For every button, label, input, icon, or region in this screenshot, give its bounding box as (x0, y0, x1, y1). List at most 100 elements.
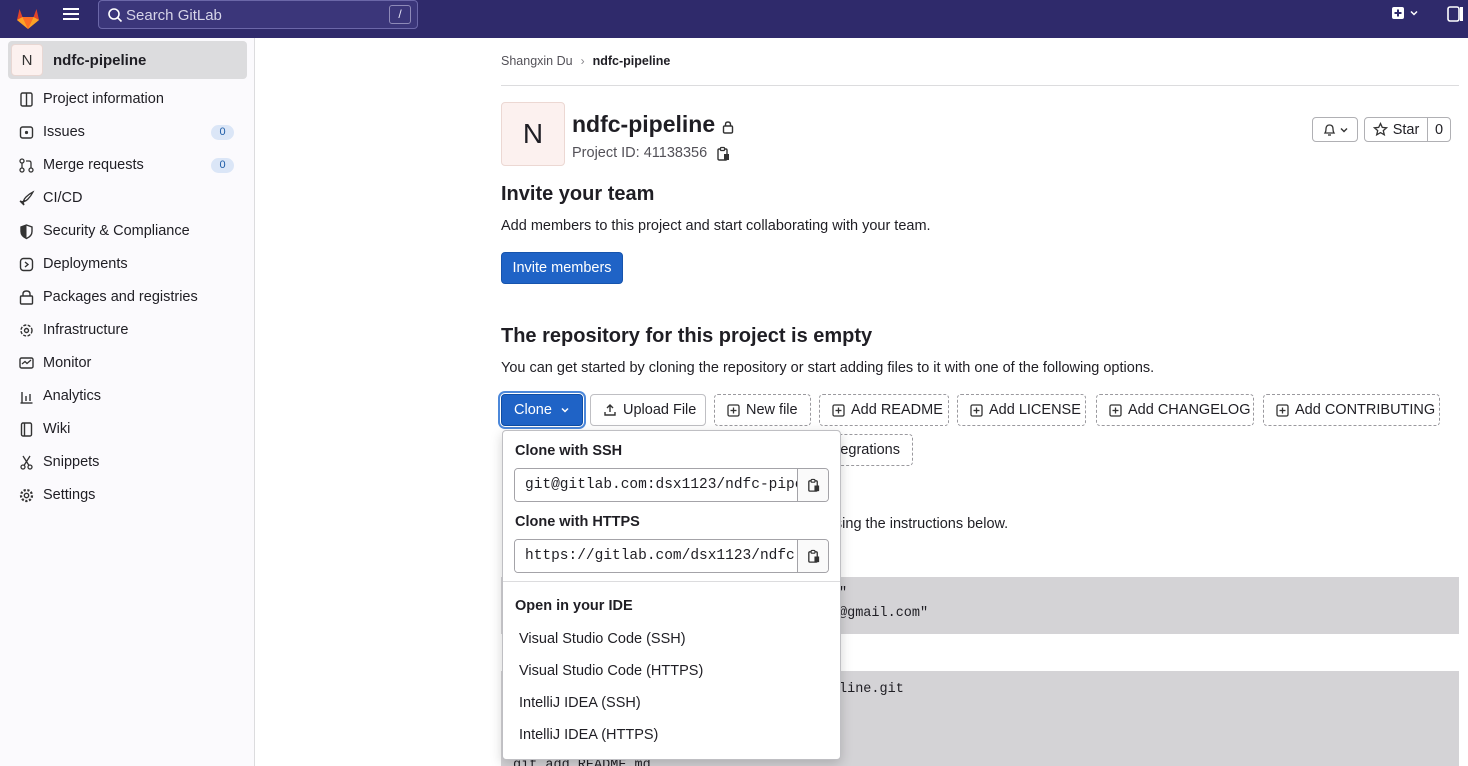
add-license-label: Add LICENSE (989, 402, 1081, 418)
merge-requests-icon[interactable] (1446, 5, 1464, 23)
sidebar-item-wiki[interactable]: Wiki (8, 413, 247, 446)
ide-intellij-https-item[interactable]: IntelliJ IDEA (HTTPS) (507, 720, 836, 750)
clone-dropdown-menu: Clone with SSH Clone with HTTPS Open in … (502, 430, 841, 760)
rocket-icon (18, 190, 35, 207)
main-content: Shangxin Du › ndfc-pipeline N ndfc-pipel… (255, 38, 1468, 766)
copy-https-url-button[interactable] (797, 540, 828, 572)
create-new-dropdown[interactable] (1391, 6, 1419, 20)
plus-square-icon (1276, 403, 1289, 417)
sidebar-item-label: Merge requests (43, 157, 144, 173)
copy-ssh-url-button[interactable] (797, 469, 828, 501)
ide-vscode-ssh-item[interactable]: Visual Studio Code (SSH) (507, 624, 836, 654)
monitor-icon (18, 355, 35, 372)
sidebar-item-monitor[interactable]: Monitor (8, 347, 247, 380)
book-icon (18, 421, 35, 438)
sidebar-item-label: Analytics (43, 388, 102, 404)
deployments-icon (18, 256, 35, 273)
sidebar-item-packages-registries[interactable]: Packages and registries (8, 281, 247, 314)
sidebar-item-label: Settings (43, 487, 96, 503)
ide-vscode-https-item[interactable]: Visual Studio Code (HTTPS) (507, 656, 836, 686)
plus-square-icon (727, 403, 740, 417)
merge-request-icon (18, 157, 35, 174)
sidebar-item-label: Wiki (43, 421, 71, 437)
breadcrumb: Shangxin Du › ndfc-pipeline (501, 54, 670, 68)
search-box[interactable]: / (98, 0, 418, 29)
sidebar-item-label: Packages and registries (43, 289, 198, 305)
clone-https-field (514, 539, 829, 573)
sidebar: N ndfc-pipeline Project information Issu… (0, 38, 255, 766)
plus-square-icon (832, 403, 845, 417)
sidebar-item-label: Issues (43, 124, 85, 140)
sidebar-item-cicd[interactable]: CI/CD (8, 182, 247, 215)
sidebar-item-deployments[interactable]: Deployments (8, 248, 247, 281)
open-in-ide-label: Open in your IDE (515, 598, 633, 614)
gear-icon (18, 487, 35, 504)
notification-settings-button[interactable] (1312, 117, 1358, 142)
add-changelog-button[interactable]: Add CHANGELOG (1096, 394, 1254, 426)
add-contributing-button[interactable]: Add CONTRIBUTING (1263, 394, 1440, 426)
ide-intellij-ssh-item[interactable]: IntelliJ IDEA (SSH) (507, 688, 836, 718)
clone-ssh-field (514, 468, 829, 502)
plus-square-icon (970, 403, 983, 417)
instructions-text: r using the instructions below. (818, 516, 1009, 532)
merge-requests-count-badge: 0 (211, 158, 234, 173)
plus-square-icon (1391, 6, 1405, 20)
search-input[interactable] (126, 4, 376, 26)
sidebar-item-label: Deployments (43, 256, 128, 272)
scissors-icon (18, 454, 35, 471)
add-readme-button[interactable]: Add README (819, 394, 949, 426)
add-changelog-label: Add CHANGELOG (1128, 402, 1251, 418)
menu-icon[interactable] (61, 5, 83, 25)
shield-icon (18, 223, 35, 240)
upload-icon (603, 403, 617, 417)
sidebar-item-merge-requests[interactable]: Merge requests 0 (8, 149, 247, 182)
sidebar-nav: Project information Issues 0 Merge reque… (8, 83, 247, 512)
sidebar-item-label: Project information (43, 91, 164, 107)
page-title: ndfc-pipeline (572, 111, 716, 137)
project-avatar-large: N (501, 102, 565, 166)
add-contributing-label: Add CONTRIBUTING (1295, 402, 1436, 418)
package-icon (18, 289, 35, 306)
sidebar-item-infrastructure[interactable]: Infrastructure (8, 314, 247, 347)
sidebar-item-issues[interactable]: Issues 0 (8, 116, 247, 149)
invite-team-text: Add members to this project and start co… (501, 218, 931, 234)
clone-ssh-input[interactable] (515, 469, 798, 501)
upload-file-button[interactable]: Upload File (590, 394, 706, 426)
clone-https-label: Clone with HTTPS (515, 514, 640, 530)
add-readme-label: Add README (851, 402, 943, 418)
project-id: Project ID: 41138356 (572, 145, 708, 161)
copy-project-id-icon[interactable] (715, 146, 731, 162)
invite-team-heading: Invite your team (501, 183, 655, 205)
star-count[interactable]: 0 (1427, 117, 1451, 142)
breadcrumb-divider (501, 85, 1459, 86)
add-license-button[interactable]: Add LICENSE (957, 394, 1086, 426)
breadcrumb-parent-link[interactable]: Shangxin Du (501, 54, 573, 68)
code-line: line.git (839, 682, 904, 697)
search-shortcut-badge: / (389, 5, 411, 24)
sidebar-item-project-information[interactable]: Project information (8, 83, 247, 116)
clone-button[interactable]: Clone (501, 394, 583, 426)
sidebar-project-header[interactable]: N ndfc-pipeline (8, 41, 247, 79)
top-navbar: / (0, 0, 1468, 38)
cloud-gear-icon (18, 322, 35, 339)
star-icon (1372, 122, 1388, 137)
code-line: @gmail.com" (839, 606, 929, 621)
star-button[interactable]: Star (1364, 117, 1428, 142)
chevron-right-icon: › (580, 54, 585, 68)
sidebar-item-analytics[interactable]: Analytics (8, 380, 247, 413)
lock-icon (721, 120, 735, 134)
sidebar-item-snippets[interactable]: Snippets (8, 446, 247, 479)
issues-icon (18, 124, 35, 141)
clone-label: Clone (514, 402, 552, 418)
clone-https-input[interactable] (515, 540, 798, 572)
sidebar-item-label: Security & Compliance (43, 223, 190, 239)
breadcrumb-current-link[interactable]: ndfc-pipeline (593, 54, 671, 68)
new-file-button[interactable]: New file (714, 394, 811, 426)
gitlab-logo-icon[interactable] (14, 3, 42, 31)
sidebar-item-security-compliance[interactable]: Security & Compliance (8, 215, 247, 248)
sidebar-item-settings[interactable]: Settings (8, 479, 247, 512)
copy-icon (806, 549, 821, 564)
invite-members-button[interactable]: Invite members (501, 252, 623, 284)
sidebar-item-label: Infrastructure (43, 322, 129, 338)
empty-repo-text: You can get started by cloning the repos… (501, 360, 1155, 376)
